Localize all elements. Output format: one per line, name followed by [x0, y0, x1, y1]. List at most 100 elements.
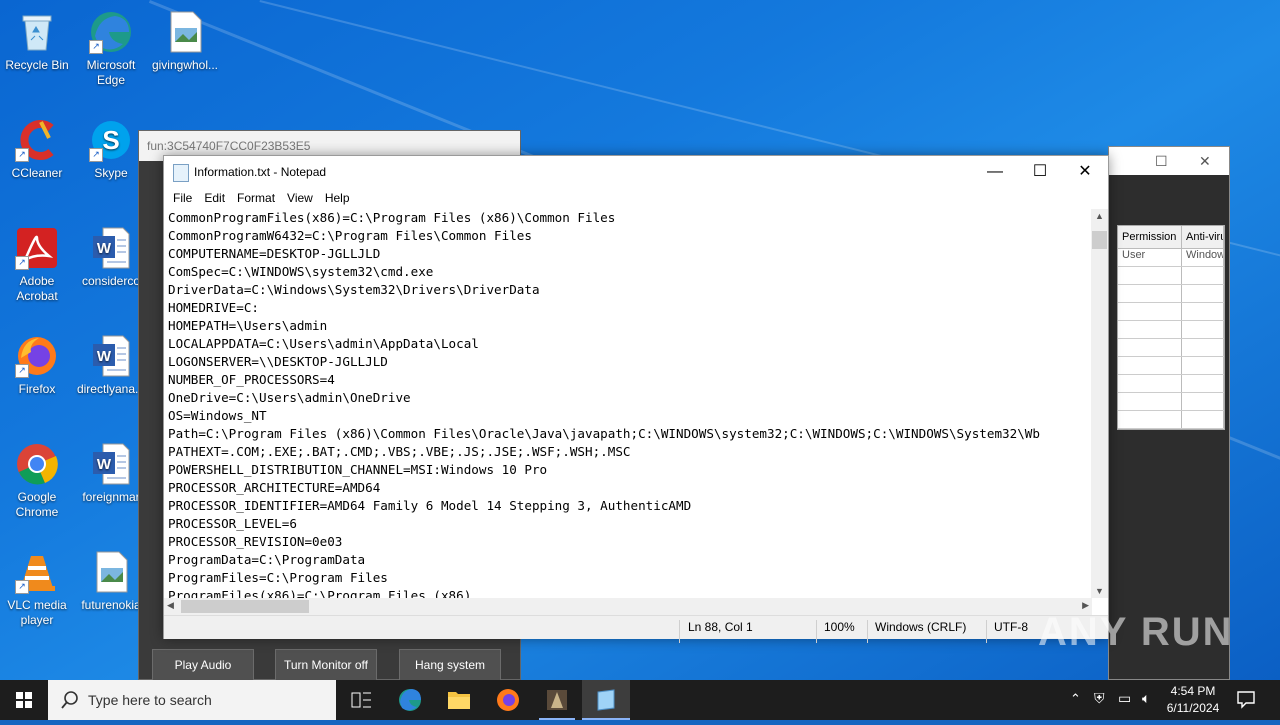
minimize-button[interactable]: — — [972, 156, 1018, 188]
menu-help[interactable]: Help — [319, 188, 356, 210]
column-header-antivirus[interactable]: Anti-viru — [1182, 226, 1224, 248]
system-clock[interactable]: 4:54 PM 6/11/2024 — [1158, 683, 1228, 717]
shortcut-arrow-icon: ↗ — [15, 364, 29, 378]
menu-file[interactable]: File — [167, 188, 198, 210]
text-line: PROCESSOR_REVISION=0e03 — [168, 534, 343, 549]
show-hidden-icons[interactable]: ⌃ — [1070, 691, 1081, 707]
icon-label: Adobe Acrobat — [16, 274, 58, 303]
firefox-icon — [497, 689, 519, 711]
notepad-icon — [173, 164, 189, 182]
taskbar-firefox[interactable] — [484, 680, 532, 720]
icon-label: Google Chrome — [15, 490, 59, 519]
hang-system-button[interactable]: Hang system — [399, 649, 501, 680]
scroll-down-icon[interactable]: ▼ — [1095, 586, 1104, 596]
text-line: OneDrive=C:\Users\admin\OneDrive — [168, 390, 411, 405]
table-row[interactable] — [1118, 357, 1224, 375]
text-line: ProgramData=C:\ProgramData — [168, 552, 366, 567]
desktop-icon-chrome[interactable]: Google Chrome — [0, 436, 74, 520]
desktop-icon-considerco[interactable]: W considerco — [74, 220, 148, 289]
svg-text:S: S — [102, 125, 119, 155]
desktop-icon-firefox[interactable]: ↗ Firefox — [0, 328, 74, 397]
play-audio-button[interactable]: Play Audio — [152, 649, 254, 680]
shortcut-arrow-icon: ↗ — [15, 148, 29, 162]
horizontal-scrollbar[interactable]: ◀ ▶ — [164, 598, 1092, 615]
icon-label: futurenokia — [81, 598, 141, 612]
close-button[interactable]: ✕ — [1062, 156, 1108, 188]
security-icon[interactable]: ⛨ — [1094, 690, 1105, 707]
close-icon[interactable]: ✕ — [1199, 153, 1211, 170]
maximize-icon[interactable]: ☐ — [1155, 153, 1168, 170]
scroll-left-icon[interactable]: ◀ — [167, 600, 174, 611]
icon-label: Skype — [94, 166, 128, 180]
scroll-thumb[interactable] — [1092, 231, 1107, 249]
scroll-thumb[interactable] — [181, 600, 309, 613]
table-row[interactable] — [1118, 303, 1224, 321]
recycle-bin-icon — [15, 10, 59, 54]
start-button[interactable] — [0, 680, 48, 720]
text-editor-area[interactable]: CommonProgramFiles(x86)=C:\Program Files… — [164, 209, 1092, 599]
image-file-icon — [163, 10, 207, 54]
taskbar-notepad[interactable] — [582, 680, 630, 720]
scroll-up-icon[interactable]: ▲ — [1095, 211, 1104, 221]
desktop-icon-skype[interactable]: S ↗ Skype — [74, 112, 148, 181]
table-row[interactable] — [1118, 285, 1224, 303]
table-row[interactable] — [1118, 411, 1224, 429]
network-icon[interactable]: ▭ — [1118, 690, 1131, 707]
word-document-icon: W — [89, 442, 133, 486]
text-line: LOGONSERVER=\\DESKTOP-JGLLJLD — [168, 354, 388, 369]
word-document-icon: W — [89, 334, 133, 378]
text-line: PROCESSOR_LEVEL=6 — [168, 516, 297, 531]
table-cell: User — [1118, 249, 1182, 266]
notepad-titlebar[interactable]: Information.txt - Notepad — ☐ ✕ — [164, 156, 1108, 188]
column-header-permission[interactable]: Permission — [1118, 226, 1182, 248]
shortcut-arrow-icon: ↗ — [15, 256, 29, 270]
desktop-icon-vlc[interactable]: ↗ VLC media player — [0, 544, 74, 628]
notepad-icon — [597, 689, 615, 711]
desktop-icon-adobe-acrobat[interactable]: ↗ Adobe Acrobat — [0, 220, 74, 304]
cursor-position: Ln 88, Col 1 — [688, 620, 753, 634]
table-header: Permission Anti-viru — [1118, 226, 1224, 249]
line-ending: Windows (CRLF) — [875, 620, 967, 634]
table-row[interactable] — [1118, 321, 1224, 339]
menu-edit[interactable]: Edit — [198, 188, 231, 210]
table-row[interactable] — [1118, 267, 1224, 285]
table-row[interactable]: User Window — [1118, 249, 1224, 267]
chrome-icon — [15, 442, 59, 486]
icon-label: directlyana... — [76, 382, 146, 396]
desktop-icon-givingwhol[interactable]: givingwhol... — [148, 4, 222, 73]
vertical-scrollbar[interactable]: ▲ ▼ — [1091, 209, 1108, 598]
anyrun-watermark: ANY RUN — [1038, 610, 1234, 654]
table-row[interactable] — [1118, 393, 1224, 411]
shortcut-arrow-icon: ↗ — [15, 580, 29, 594]
taskbar-search-box[interactable]: Type here to search — [48, 680, 336, 720]
icon-label: Recycle Bin — [5, 58, 69, 72]
word-document-icon: W — [89, 226, 133, 270]
notification-icon[interactable] — [1236, 689, 1256, 709]
desktop-icon-recycle-bin[interactable]: Recycle Bin — [0, 4, 74, 73]
taskbar-file-explorer[interactable] — [435, 680, 483, 720]
desktop-icon-directlyana[interactable]: W directlyana... — [74, 328, 148, 397]
status-bar: Ln 88, Col 1 100% Windows (CRLF) UTF-8 — [164, 615, 1108, 643]
shortcut-arrow-icon: ↗ — [89, 40, 103, 54]
text-line: OS=Windows_NT — [168, 408, 267, 423]
data-table: Permission Anti-viru User Window — [1117, 225, 1225, 430]
table-row[interactable] — [1118, 339, 1224, 357]
grid-window: ☐ ✕ Permission Anti-viru User Window — [1108, 146, 1230, 680]
desktop-icon-edge[interactable]: ↗ Microsoft Edge — [74, 4, 148, 88]
table-row[interactable] — [1118, 375, 1224, 393]
volume-icon[interactable]: 🔈︎ — [1142, 690, 1150, 707]
desktop-icon-foreignmar[interactable]: W foreignmar — [74, 436, 148, 505]
task-view-button[interactable] — [337, 680, 385, 720]
menu-view[interactable]: View — [281, 188, 319, 210]
notepad-window: Information.txt - Notepad — ☐ ✕ File Edi… — [163, 155, 1109, 643]
desktop-icon-futurenokia[interactable]: futurenokia — [74, 544, 148, 613]
icon-label: givingwhol... — [151, 58, 219, 72]
taskbar-running-app[interactable] — [533, 680, 581, 720]
turn-monitor-off-button[interactable]: Turn Monitor off — [275, 649, 377, 680]
desktop-icon-ccleaner[interactable]: ↗ CCleaner — [0, 112, 74, 181]
maximize-button[interactable]: ☐ — [1017, 156, 1063, 188]
menu-format[interactable]: Format — [231, 188, 281, 210]
clock-time: 4:54 PM — [1170, 684, 1216, 698]
taskbar-edge[interactable] — [386, 680, 434, 720]
desktop: Recycle Bin ↗ Microsoft Edge givingwhol.… — [0, 0, 1280, 680]
